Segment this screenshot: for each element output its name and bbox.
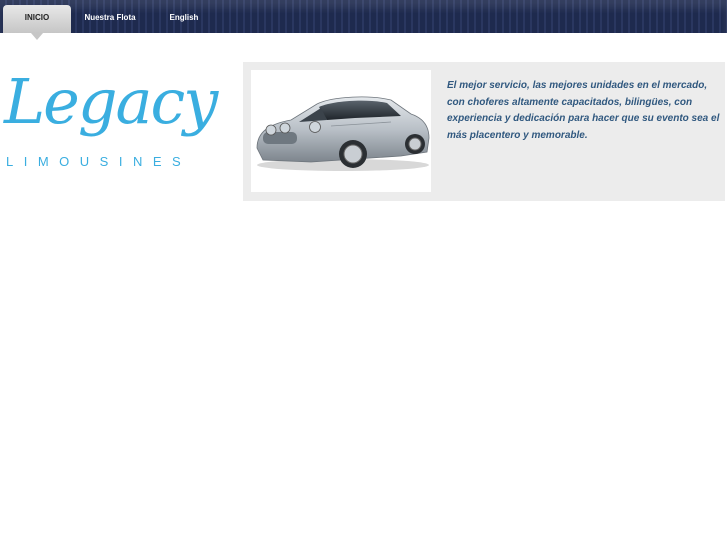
- nav-english[interactable]: English: [154, 5, 214, 33]
- hero-tagline: El mejor servicio, las mejores unidades …: [447, 80, 720, 141]
- nav-nuestra-flota[interactable]: Nuestra Flota: [74, 5, 146, 33]
- logo-subtitle: LIMOUSINES: [6, 154, 192, 169]
- hero-panel: El mejor servicio, las mejores unidades …: [243, 62, 725, 201]
- logo-script-text: Legacy: [4, 65, 218, 138]
- car-image: [251, 70, 431, 192]
- legacy-limousines-logo[interactable]: Legacy LIMOUSINES: [4, 62, 218, 172]
- nav-inicio[interactable]: INICIO: [3, 5, 71, 40]
- car-icon: [256, 96, 430, 171]
- top-navigation-bar: INICIO Nuestra Flota English: [0, 0, 727, 40]
